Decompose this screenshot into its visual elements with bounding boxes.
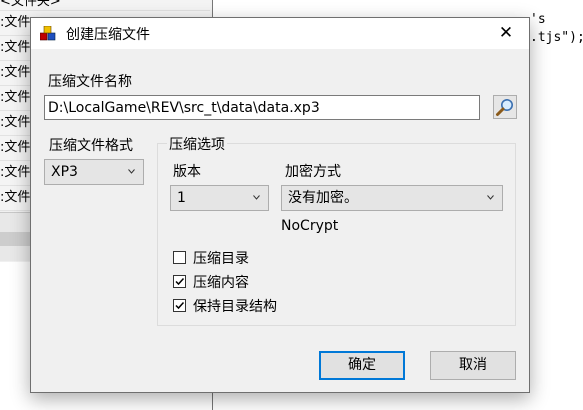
cancel-button[interactable]: 取消 [430,351,516,380]
dialog-titlebar[interactable]: 创建压缩文件 ✕ [31,18,529,49]
crypt-name-text: NoCrypt [281,218,339,234]
compress-directory-checkbox[interactable] [173,251,186,264]
checkmark-icon [175,301,185,310]
format-value: XP3 [51,164,78,180]
version-value: 1 [177,190,186,206]
compress-content-label[interactable]: 压缩内容 [193,272,249,292]
keep-directory-structure-checkbox[interactable] [173,299,186,312]
create-archive-dialog: 创建压缩文件 ✕ 压缩文件名称 压缩文件格式 XP3 压缩选项 版本 1 加密方… [30,17,530,393]
background-code-line: .tjs"); [530,30,583,45]
chevron-down-icon [487,195,494,200]
encryption-label: 加密方式 [285,164,341,180]
archive-name-label: 压缩文件名称 [48,74,132,90]
close-icon: ✕ [498,23,514,43]
format-label: 压缩文件格式 [49,138,133,154]
chevron-down-icon [253,195,260,200]
encryption-value: 没有加密。 [288,190,358,206]
close-button[interactable]: ✕ [483,18,529,49]
dialog-title: 创建压缩文件 [66,27,150,43]
archive-path-input[interactable] [44,95,480,120]
encryption-select[interactable]: 没有加密。 [281,185,503,211]
compress-content-checkbox[interactable] [173,275,186,288]
version-select[interactable]: 1 [170,185,269,211]
list-item[interactable]: <文件夹> [0,0,210,11]
browse-button[interactable] [493,95,517,119]
format-select[interactable]: XP3 [44,159,144,185]
ok-button[interactable]: 确定 [319,351,405,380]
checkmark-icon [175,277,185,286]
version-label: 版本 [173,164,201,180]
archive-icon [39,25,56,41]
compression-options-title: 压缩选项 [167,134,227,154]
chevron-down-icon [128,169,135,174]
compress-directory-label[interactable]: 压缩目录 [193,248,249,268]
keep-directory-structure-label[interactable]: 保持目录结构 [193,296,277,316]
background-code-line: 's [530,12,546,27]
